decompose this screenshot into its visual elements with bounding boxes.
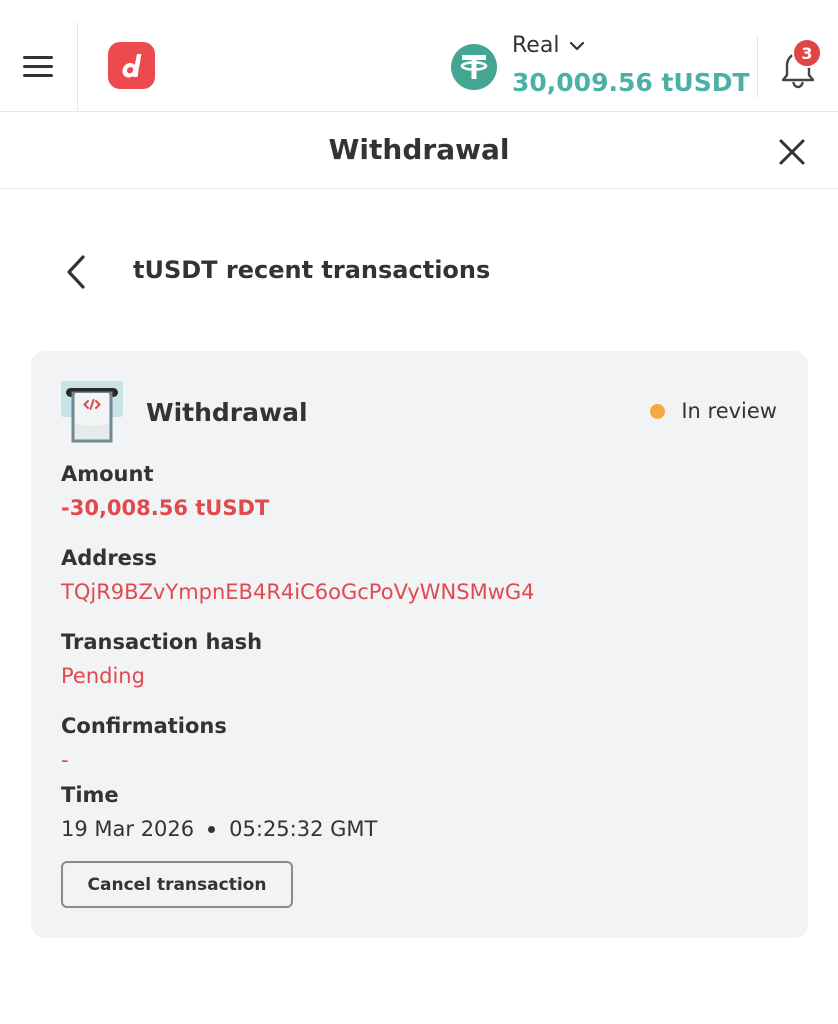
- status-label: In review: [681, 399, 777, 423]
- transaction-hash-label: Transaction hash: [61, 630, 263, 654]
- header-divider: [77, 22, 78, 110]
- separator-dot: [208, 825, 216, 833]
- header-divider-right: [757, 36, 758, 98]
- account-type-selector[interactable]: Real: [512, 33, 585, 58]
- confirmations-value: -: [61, 748, 69, 772]
- status-badge: In review: [650, 399, 777, 423]
- timestamp: 19 Mar 2026 05:25:32 GMT: [61, 817, 377, 841]
- top-bar: Real 30,009.56 tUSDT 3: [0, 0, 838, 112]
- modal-title: Withdrawal: [328, 133, 510, 166]
- address-label: Address: [61, 546, 157, 570]
- withdrawal-atm-icon: [61, 381, 123, 443]
- hamburger-menu-icon[interactable]: [23, 56, 53, 78]
- notification-badge: 3: [792, 38, 822, 68]
- transaction-card: Withdrawal In review Amount -30,008.56 t…: [31, 351, 808, 938]
- address-value[interactable]: TQjR9BZvYmpnEB4R4iC6oGcPoVyWNSMwG4: [61, 580, 535, 604]
- back-chevron-icon[interactable]: [62, 252, 92, 292]
- transaction-type: Withdrawal: [146, 398, 308, 427]
- deriv-d-icon: [122, 53, 141, 77]
- tether-icon[interactable]: [451, 44, 497, 90]
- account-balance: 30,009.56 tUSDT: [512, 68, 750, 97]
- transaction-date: 19 Mar 2026: [61, 817, 195, 841]
- deriv-logo[interactable]: [108, 42, 155, 89]
- amount-value: -30,008.56 tUSDT: [61, 496, 270, 520]
- transaction-hash-value: Pending: [61, 664, 145, 688]
- recent-transactions-title: tUSDT recent transactions: [133, 256, 491, 284]
- time-label: Time: [61, 783, 119, 807]
- close-icon[interactable]: [776, 136, 808, 168]
- chevron-down-icon: [570, 41, 585, 50]
- cancel-transaction-button[interactable]: Cancel transaction: [61, 861, 293, 908]
- confirmations-label: Confirmations: [61, 714, 227, 738]
- amount-label: Amount: [61, 462, 154, 486]
- account-type-label: Real: [512, 33, 560, 58]
- transaction-time: 05:25:32 GMT: [229, 817, 378, 841]
- modal-header: Withdrawal: [0, 113, 838, 189]
- status-dot: [650, 403, 666, 419]
